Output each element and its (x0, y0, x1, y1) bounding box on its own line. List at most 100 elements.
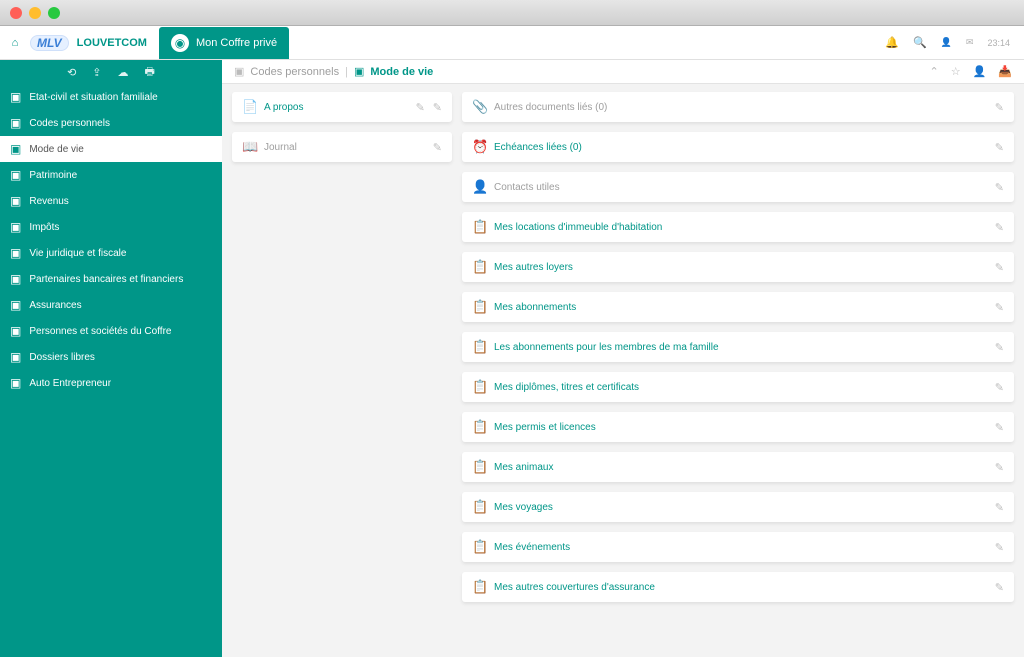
sidebar-item-label: Revenus (29, 196, 68, 207)
sidebar-item[interactable]: ▣Auto Entrepreneur (0, 370, 222, 396)
cloud-icon[interactable]: ☁ (118, 66, 129, 79)
edit-icon[interactable]: ✎ (433, 141, 442, 154)
folder-icon: ▣ (10, 298, 21, 312)
folder-icon: ▣ (10, 324, 21, 338)
envelope-icon[interactable]: ✉ (966, 37, 974, 48)
top-header: ⌂ MLV LOUVETCOM ◉ Mon Coffre privé 🔔 🔍 👤… (0, 26, 1024, 60)
user-icon[interactable]: 👤 (941, 37, 952, 48)
card-icon: 📋 (472, 419, 486, 435)
sidebar-item[interactable]: ▣ Revenus (0, 188, 222, 214)
window-minimize-button[interactable] (29, 7, 41, 19)
topbar-actions: ⌃ ☆ 👤 📥 (930, 65, 1013, 78)
home-icon[interactable]: ⌂ (0, 37, 30, 49)
person-icon[interactable]: 👤 (973, 65, 987, 78)
sidebar-item[interactable]: ▣Etat-civil et situation familiale (0, 84, 222, 110)
sidebar-item[interactable]: ▣Vie juridique et fiscale (0, 240, 222, 266)
edit-icon[interactable]: ✎ (995, 381, 1004, 394)
edit-icon[interactable]: ✎ (995, 101, 1004, 114)
edit-icon[interactable]: ✎ (433, 101, 442, 114)
card-icon: 📖 (242, 139, 256, 155)
edit-icon[interactable]: ✎ (995, 461, 1004, 474)
inbox-icon[interactable]: 📥 (998, 65, 1012, 78)
sidebar-item[interactable]: ▣Impôts (0, 214, 222, 240)
edit-icon[interactable]: ✎ (995, 301, 1004, 314)
org-name[interactable]: LOUVETCOM (77, 37, 147, 49)
card-title: Mes voyages (494, 502, 987, 513)
info-card[interactable]: 📋 Mes locations d'immeuble d'habitation ✎ (462, 212, 1014, 242)
sidebar-toolbar: ⟲ ⇪ ☁ 🖶 (0, 60, 222, 84)
info-card[interactable]: 📋 Mes abonnements ✎ (462, 292, 1014, 322)
info-card[interactable]: 📋Mes autres couvertures d'assurance✎ (462, 572, 1014, 602)
card-icon: 📋 (472, 299, 486, 315)
card-title: Mes animaux (494, 462, 987, 473)
edit-icon[interactable]: ✎ (995, 541, 1004, 554)
info-card[interactable]: 📋Mes permis et licences✎ (462, 412, 1014, 442)
sidebar-item[interactable]: ▣Mode de vie (0, 136, 222, 162)
breadcrumb-parent[interactable]: Codes personnels (250, 66, 339, 78)
bell-icon[interactable]: 🔔 (885, 36, 899, 49)
info-card[interactable]: 📋Mes événements✎ (462, 532, 1014, 562)
sidebar-item-label: Patrimoine (29, 170, 77, 181)
mac-titlebar (0, 0, 1024, 26)
card-title: Journal (264, 142, 425, 153)
sidebar-item-label: Etat-civil et situation familiale (29, 92, 157, 103)
window-close-button[interactable] (10, 7, 22, 19)
info-card[interactable]: 📋Mes autres loyers✎ (462, 252, 1014, 282)
refresh-icon[interactable]: ⟲ (67, 66, 76, 79)
breadcrumb-current: Mode de vie (370, 66, 433, 78)
edit-icon[interactable]: ✎ (995, 501, 1004, 514)
sidebar: ⟲ ⇪ ☁ 🖶 ▣Etat-civil et situation familia… (0, 60, 222, 657)
card-title: Mes locations d'immeuble d'habitation (494, 222, 987, 233)
star-icon[interactable]: ☆ (951, 65, 961, 78)
edit-icon[interactable]: ✎ (995, 341, 1004, 354)
sidebar-item[interactable]: ▣Codes personnels (0, 110, 222, 136)
chevron-up-icon[interactable]: ⌃ (930, 65, 939, 78)
edit-icon[interactable]: ✎ (995, 261, 1004, 274)
folder-icon: ▣ (234, 65, 244, 78)
tab-mon-coffre[interactable]: ◉ Mon Coffre privé (159, 27, 289, 59)
logo: MLV (30, 35, 69, 51)
share-icon[interactable]: ⇪ (92, 66, 101, 79)
search-icon[interactable]: 🔍 (913, 36, 927, 49)
sidebar-item-label: Impôts (29, 222, 59, 233)
info-card[interactable]: 📋Mes animaux✎ (462, 452, 1014, 482)
sidebar-item-label: Dossiers libres (29, 352, 95, 363)
card-title: Mes autres couvertures d'assurance (494, 582, 987, 593)
info-card[interactable]: ⏰ Echéances liées (0) ✎ (462, 132, 1014, 162)
print-icon[interactable]: 🖶 (145, 63, 155, 82)
card-icon: 📋 (472, 219, 486, 235)
edit-icon[interactable]: ✎ (995, 421, 1004, 434)
info-card[interactable]: 📋Les abonnements pour les membres de ma … (462, 332, 1014, 362)
info-card[interactable]: 📎Autres documents liés (0)✎ (462, 92, 1014, 122)
edit-icon[interactable]: ✎ (995, 141, 1004, 154)
edit-icon[interactable]: ✎ (416, 101, 425, 114)
info-card[interactable]: 📖 Journal ✎ (232, 132, 452, 162)
edit-icon[interactable]: ✎ (995, 221, 1004, 234)
info-card[interactable]: 👤Contacts utiles✎ (462, 172, 1014, 202)
folder-icon: ▣ (10, 272, 21, 286)
window-maximize-button[interactable] (48, 7, 60, 19)
sidebar-item[interactable]: ▣Personnes et sociétés du Coffre (0, 318, 222, 344)
card-icon: ⏰ (472, 139, 486, 155)
sidebar-item-label: Partenaires bancaires et financiers (29, 274, 183, 285)
folder-icon: ▣ (10, 194, 21, 208)
sidebar-item[interactable]: ▣ Partenaires bancaires et financiers (0, 266, 222, 292)
sidebar-item-label: Vie juridique et fiscale (29, 248, 126, 259)
info-card[interactable]: 📋 Mes diplômes, titres et certificats ✎ (462, 372, 1014, 402)
info-card[interactable]: 📋Mes voyages✎ (462, 492, 1014, 522)
tab-title: Mon Coffre privé (196, 37, 277, 49)
card-icon: 📋 (472, 379, 486, 395)
sidebar-item-label: Auto Entrepreneur (29, 378, 111, 389)
info-card[interactable]: 📄A propos✎✎ (232, 92, 452, 122)
edit-icon[interactable]: ✎ (995, 181, 1004, 194)
card-title: Mes abonnements (494, 302, 987, 313)
sidebar-item[interactable]: ▣ Assurances (0, 292, 222, 318)
card-title: Echéances liées (0) (494, 142, 987, 153)
sidebar-item-label: Assurances (29, 300, 81, 311)
sidebar-item[interactable]: ▣Dossiers libres (0, 344, 222, 370)
folder-icon: ▣ (10, 168, 21, 182)
sidebar-item[interactable]: ▣ Patrimoine (0, 162, 222, 188)
edit-icon[interactable]: ✎ (995, 581, 1004, 594)
card-icon: 📄 (242, 99, 256, 115)
card-title: Mes diplômes, titres et certificats (494, 382, 987, 393)
